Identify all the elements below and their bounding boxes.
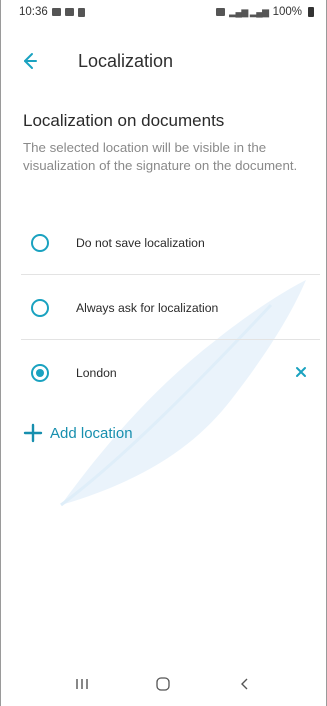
add-location-button[interactable]: Add location (23, 420, 133, 446)
section-title: Localization on documents (23, 111, 225, 130)
recent-apps-icon (76, 679, 88, 689)
localization-option-list: Do not save localization Always ask for … (1, 210, 326, 405)
section-description: The selected location will be visible in… (23, 140, 298, 173)
option-label: Always ask for localization (76, 301, 219, 315)
status-bar: 10:36 ▂▄▆ ▂▄▆ 100% (1, 0, 326, 24)
home-button[interactable] (148, 672, 178, 696)
home-icon (156, 677, 171, 691)
radio-button-selected[interactable] (31, 364, 49, 382)
back-button[interactable] (230, 672, 260, 696)
remove-location-icon[interactable] (294, 365, 308, 379)
option-label: Do not save localization (76, 236, 205, 250)
app-bar: Localization (1, 40, 326, 82)
radio-button[interactable] (31, 299, 49, 317)
battery-percent: 100% (272, 6, 302, 18)
page-title: Localization (78, 51, 174, 71)
radio-button[interactable] (31, 234, 49, 252)
alarm-icon (216, 8, 226, 16)
battery-icon (308, 7, 314, 17)
app-notification-icon (77, 7, 85, 17)
back-arrow-icon[interactable] (21, 50, 45, 72)
nav-back-icon (241, 678, 248, 690)
signal-icon: ▂▄▆ ▂▄▆ (229, 6, 269, 17)
add-location-label: Add location (50, 424, 133, 442)
option-label: London (76, 366, 117, 380)
calendar-notification-icon (64, 8, 74, 16)
gallery-notification-icon (51, 8, 61, 16)
option-do-not-save[interactable]: Do not save localization (1, 210, 326, 275)
system-navigation-bar (1, 662, 326, 706)
screen: 10:36 ▂▄▆ ▂▄▆ 100% Localization Localiza… (0, 0, 327, 706)
option-london[interactable]: London (1, 340, 326, 405)
option-always-ask[interactable]: Always ask for localization (1, 275, 326, 340)
plus-icon (23, 423, 43, 443)
status-left: 10:36 (19, 6, 85, 18)
status-right: ▂▄▆ ▂▄▆ 100% (216, 6, 314, 18)
status-time: 10:36 (19, 6, 48, 18)
recent-apps-button[interactable] (67, 672, 97, 696)
